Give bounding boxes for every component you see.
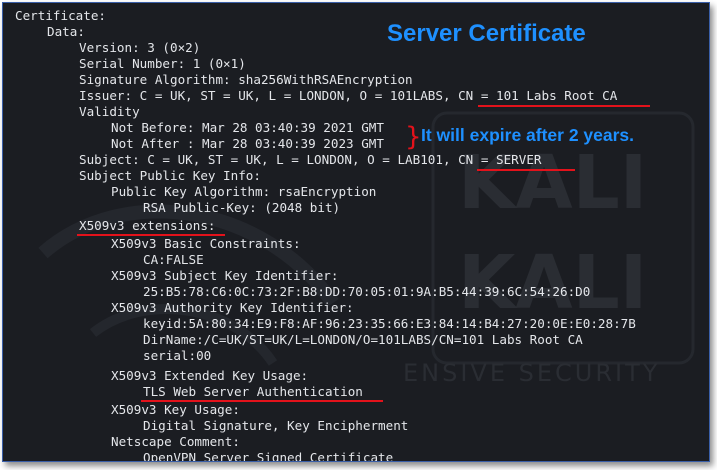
cert-line-subject: Subject: C = UK, ST = UK, L = LONDON, O … xyxy=(79,152,542,167)
cert-line-serial: serial:00 xyxy=(143,348,212,363)
terminal-window: KALI KALI ENSIVE SECURITY Certificate: D… xyxy=(2,2,710,462)
cert-line-certificate: Certificate: xyxy=(15,8,106,23)
cert-line-not-before: Not Before: Mar 28 03:40:39 2021 GMT xyxy=(111,120,384,135)
cert-line-netscape-comment-value: OpenVPN Server Signed Certificate xyxy=(143,450,394,462)
tls-auth-underline xyxy=(141,400,383,402)
watermark-tagline: ENSIVE SECURITY xyxy=(403,359,660,387)
server-certificate-title: Server Certificate xyxy=(387,20,586,47)
watermark-brand-bottom: KALI xyxy=(458,240,647,326)
cert-line-rsa-public-key: RSA Public-Key: (2048 bit) xyxy=(143,200,341,215)
cert-line-tls-web-server-auth: TLS Web Server Authentication xyxy=(143,384,363,399)
cert-line-subject-key-id-value: 25:B5:78:C6:0C:73:2F:B8:DD:70:05:01:9A:B… xyxy=(143,284,591,299)
cert-line-netscape-comment: Netscape Comment: xyxy=(111,434,240,449)
cert-line-serial-number: Serial Number: 1 (0×1) xyxy=(79,56,246,71)
cert-line-keyid: keyid:5A:80:34:E9:F8:AF:96:23:35:66:E3:8… xyxy=(143,316,636,331)
cert-line-ca-false: CA:FALSE xyxy=(143,252,204,267)
cert-line-validity: Validity xyxy=(79,104,140,119)
issuer-cn-underline xyxy=(478,105,650,107)
cert-line-x509v3-extensions: X509v3 extensions: xyxy=(79,218,216,233)
validity-brace: } xyxy=(405,122,422,152)
cert-line-public-key-algorithm: Public Key Algorithm: rsaEncryption xyxy=(111,184,377,199)
cert-line-extended-key-usage: X509v3 Extended Key Usage: xyxy=(111,368,309,383)
cert-line-subject-key-identifier: X509v3 Subject Key Identifier: xyxy=(111,268,339,283)
cert-line-dirname: DirName:/C=UK/ST=UK/L=LONDON/O=101LABS/C… xyxy=(143,332,583,347)
x509v3-extensions-underline xyxy=(77,234,225,236)
cert-line-key-usage: X509v3 Key Usage: xyxy=(111,402,240,417)
cert-line-version: Version: 3 (0×2) xyxy=(79,40,201,55)
expiry-note: It will expire after 2 years. xyxy=(421,125,635,145)
cert-line-not-after: Not After : Mar 28 03:40:39 2023 GMT xyxy=(111,136,384,151)
cert-line-authority-key-identifier: X509v3 Authority Key Identifier: xyxy=(111,300,354,315)
cert-line-issuer: Issuer: C = UK, ST = UK, L = LONDON, O =… xyxy=(79,88,618,103)
cert-line-signature-algorithm: Signature Algorithm: sha256WithRSAEncryp… xyxy=(79,72,413,87)
cert-line-public-key-info: Subject Public Key Info: xyxy=(79,168,261,183)
subject-cn-underline xyxy=(477,169,575,171)
cert-line-key-usage-value: Digital Signature, Key Encipherment xyxy=(143,418,409,433)
cert-line-basic-constraints: X509v3 Basic Constraints: xyxy=(111,236,301,251)
cert-line-data: Data: xyxy=(47,24,85,39)
